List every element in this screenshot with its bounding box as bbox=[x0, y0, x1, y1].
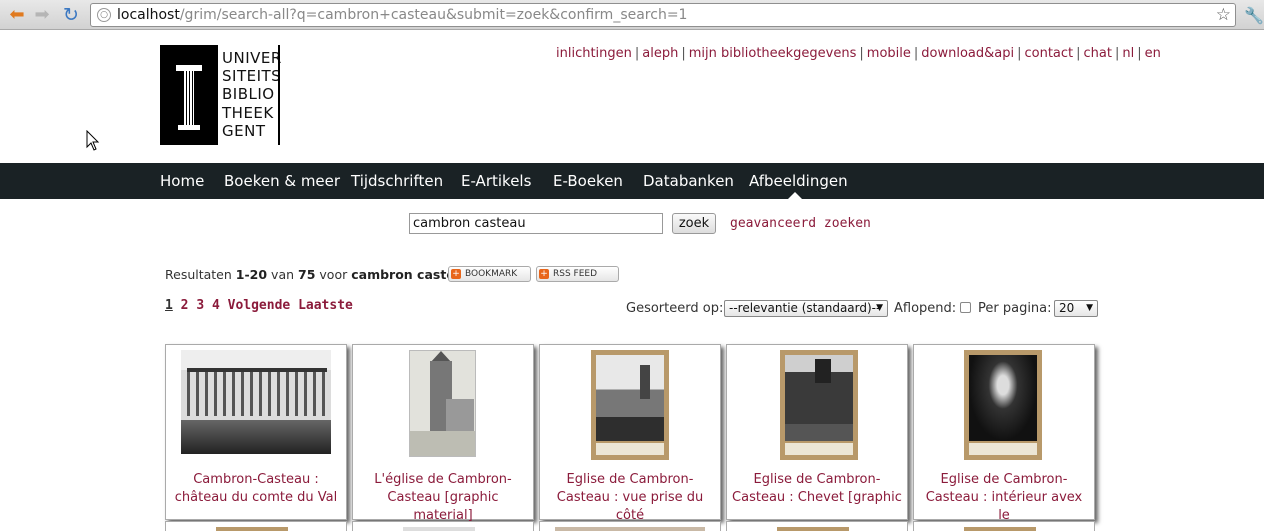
link-en[interactable]: en bbox=[1145, 46, 1161, 61]
logo-rule bbox=[278, 45, 280, 145]
link-download-api[interactable]: download&api bbox=[921, 46, 1014, 61]
result-thumbnail[interactable] bbox=[181, 350, 331, 454]
result-card[interactable]: Eglise de Cambron- Casteau : Chevet [grap… bbox=[726, 344, 908, 520]
logo-column-block bbox=[160, 45, 218, 145]
page-icon: ○ bbox=[97, 8, 111, 22]
url-path: /grim/search-all?q=cambron+casteau&submi… bbox=[179, 7, 688, 23]
result-total: 75 bbox=[298, 267, 316, 282]
per-page-select[interactable]: 20 ▼ bbox=[1054, 300, 1098, 317]
result-card[interactable] bbox=[726, 521, 908, 531]
rss-feed-button[interactable]: + RSS FEED bbox=[536, 266, 619, 282]
link-nl[interactable]: nl bbox=[1122, 46, 1134, 61]
pagination: 1 2 3 4 Volgende Laatste bbox=[165, 298, 353, 313]
nav-afbeeldingen[interactable]: Afbeeldingen bbox=[749, 172, 848, 190]
logo-line: BIBLIO bbox=[222, 85, 275, 104]
link-mijn-bibliotheekgegevens[interactable]: mijn bibliotheekgegevens bbox=[689, 46, 857, 61]
result-card[interactable]: Eglise de Cambron- Casteau : vue prise du… bbox=[539, 344, 721, 523]
link-contact[interactable]: contact bbox=[1024, 46, 1073, 61]
result-thumbnail[interactable] bbox=[409, 350, 476, 457]
link-mobile[interactable]: mobile bbox=[867, 46, 911, 61]
ugent-library-logo[interactable]: UNIVER SITEITS BIBLIO THEEK GENT bbox=[160, 45, 282, 145]
bookmark-star-icon[interactable]: ☆ bbox=[1216, 5, 1231, 25]
back-arrow-icon[interactable]: ⬅ bbox=[6, 4, 28, 26]
search-input[interactable] bbox=[409, 213, 663, 234]
result-card[interactable] bbox=[913, 521, 1095, 531]
result-thumbnail[interactable] bbox=[591, 350, 669, 460]
page-link-3[interactable]: 3 bbox=[196, 298, 204, 313]
result-card[interactable] bbox=[352, 521, 534, 531]
utility-links: inlichtingen | aleph | mijn bibliotheekgegev… bbox=[556, 46, 1161, 61]
nav-boeken-meer[interactable]: Boeken & meer bbox=[224, 172, 340, 190]
logo-wordmark: UNIVER SITEITS BIBLIO THEEK GENT bbox=[222, 49, 282, 140]
logo-line: THEEK bbox=[222, 103, 274, 122]
browser-toolbar: ⬅ ➡ ↻ ○ localhost/grim/search-all?q=camb… bbox=[0, 0, 1264, 30]
forward-arrow-icon[interactable]: ➡ bbox=[31, 4, 53, 26]
logo-line: GENT bbox=[222, 121, 266, 140]
result-title[interactable]: Eglise de Cambron- Casteau : Chevet [grap… bbox=[731, 471, 903, 507]
next-page-link[interactable]: Volgende bbox=[228, 298, 291, 313]
nav-e-boeken[interactable]: E-Boeken bbox=[553, 172, 623, 190]
link-aleph[interactable]: aleph bbox=[642, 46, 678, 61]
link-inlichtingen[interactable]: inlichtingen bbox=[556, 46, 632, 61]
dropdown-arrow-icon: ▼ bbox=[1086, 303, 1093, 313]
active-tab-caret-icon bbox=[788, 192, 802, 199]
advanced-search-link[interactable]: geavanceerd zoeken bbox=[730, 216, 871, 231]
nav-e-artikels[interactable]: E-Artikels bbox=[461, 172, 531, 190]
search-button[interactable]: zoek bbox=[672, 213, 716, 234]
last-page-link[interactable]: Laatste bbox=[298, 298, 353, 313]
nav-home[interactable]: Home bbox=[160, 172, 204, 190]
page-link-4[interactable]: 4 bbox=[212, 298, 220, 313]
logo-line: SITEITS bbox=[222, 67, 282, 86]
result-card[interactable]: L'église de Cambron- Casteau [graphic mat… bbox=[352, 344, 534, 523]
link-chat[interactable]: chat bbox=[1084, 46, 1112, 61]
reload-icon[interactable]: ↻ bbox=[60, 4, 82, 26]
url-text[interactable]: localhost/grim/search-all?q=cambron+cast… bbox=[117, 7, 687, 23]
result-title[interactable]: Eglise de Cambron- Casteau : intérieur av… bbox=[918, 471, 1090, 525]
bookmark-button[interactable]: + BOOKMARK bbox=[448, 266, 531, 282]
page-current: 1 bbox=[165, 298, 173, 313]
result-thumbnail[interactable] bbox=[780, 350, 858, 460]
dropdown-arrow-icon: ▼ bbox=[876, 303, 883, 313]
per-page-label: Per pagina: bbox=[978, 301, 1052, 316]
result-thumbnail[interactable] bbox=[964, 350, 1042, 460]
result-title[interactable]: Eglise de Cambron- Casteau : vue prise du… bbox=[544, 471, 716, 525]
plus-icon: + bbox=[539, 269, 549, 279]
wrench-icon[interactable]: 🔧 bbox=[1244, 6, 1264, 25]
result-card[interactable] bbox=[539, 521, 721, 531]
result-summary: Resultaten 1-20 van 75 voor cambron cast… bbox=[165, 267, 473, 282]
result-range: 1-20 bbox=[235, 267, 268, 282]
result-card[interactable]: Eglise de Cambron- Casteau : intérieur av… bbox=[913, 344, 1095, 523]
nav-tijdschriften[interactable]: Tijdschriften bbox=[351, 172, 443, 190]
url-host: localhost bbox=[117, 7, 180, 23]
sort-select[interactable]: --relevantie (standaard)-- ▼ bbox=[724, 300, 888, 317]
descending-label: Aflopend: bbox=[894, 301, 957, 316]
result-title[interactable]: Cambron-Casteau : château du comte du Val bbox=[170, 471, 342, 507]
mouse-cursor-icon bbox=[86, 130, 100, 151]
logo-line: UNIVER bbox=[222, 49, 282, 67]
column-icon bbox=[176, 65, 202, 131]
sort-label: Gesorteerd op: bbox=[626, 301, 724, 316]
main-navigation: Home Boeken & meer Tijdschriften E-Artik… bbox=[0, 163, 1264, 199]
descending-checkbox[interactable] bbox=[960, 302, 971, 313]
address-bar[interactable]: ○ localhost/grim/search-all?q=cambron+ca… bbox=[90, 3, 1236, 27]
result-card[interactable] bbox=[165, 521, 347, 531]
nav-databanken[interactable]: Databanken bbox=[643, 172, 734, 190]
page-link-2[interactable]: 2 bbox=[181, 298, 189, 313]
result-card[interactable]: Cambron-Casteau : château du comte du Val bbox=[165, 344, 347, 520]
result-title[interactable]: L'église de Cambron- Casteau [graphic mat… bbox=[357, 471, 529, 525]
plus-icon: + bbox=[451, 269, 461, 279]
